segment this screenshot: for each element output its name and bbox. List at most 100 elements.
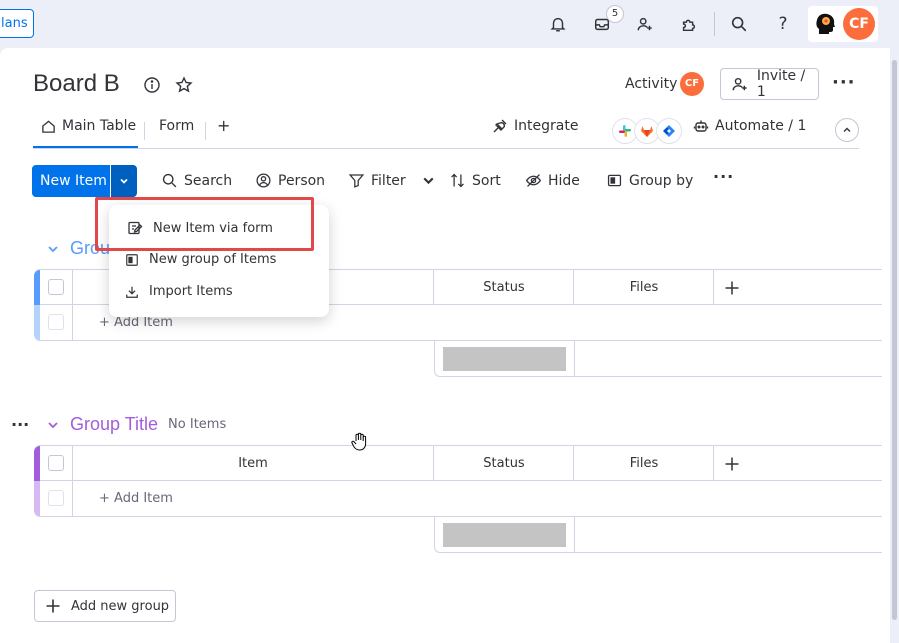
add-column-plus-icon[interactable] — [724, 280, 740, 296]
bell-icon[interactable] — [546, 12, 570, 36]
download-icon — [126, 286, 138, 298]
group-color-bar — [34, 481, 40, 516]
scrollbar-thumb[interactable] — [892, 60, 897, 620]
collapse-header-button[interactable] — [835, 118, 859, 142]
favorite-star-icon[interactable] — [175, 76, 193, 94]
hand-cursor-icon — [351, 432, 367, 451]
vertical-scrollbar[interactable] — [890, 48, 899, 643]
summary-row — [434, 341, 882, 377]
column-divider — [72, 305, 73, 340]
activity-avatar[interactable]: CF — [680, 72, 704, 96]
group-item-count: No Items — [168, 417, 227, 432]
add-column-plus-icon[interactable] — [724, 456, 740, 472]
row-checkbox — [48, 490, 64, 506]
search-icon — [162, 173, 177, 188]
user-avatar[interactable]: CF — [843, 8, 875, 40]
column-files-header[interactable]: Files — [574, 456, 714, 471]
group-icon — [126, 253, 138, 266]
board-panel: Board B Activity CF Invite / 1 ··· Main … — [0, 48, 890, 643]
new-item-button[interactable]: New Item — [32, 165, 110, 197]
group-header: Group Title No Items — [46, 414, 226, 435]
sort-button[interactable]: Sort — [449, 172, 501, 189]
group-color-bar — [34, 446, 40, 481]
menu-item-import-items[interactable]: Import Items — [125, 284, 233, 299]
automate-label: Automate / 1 — [715, 118, 807, 134]
group-color-bar — [34, 270, 40, 305]
help-icon[interactable]: ? — [771, 12, 795, 36]
automate-button[interactable]: Automate / 1 — [693, 118, 806, 134]
sort-icon — [451, 173, 464, 188]
chevron-up-icon — [843, 127, 851, 132]
sort-label: Sort — [472, 172, 501, 189]
menu-item-label: New group of Items — [149, 252, 277, 267]
column-divider — [713, 270, 714, 305]
column-item-header[interactable]: Item — [73, 456, 433, 471]
column-divider — [574, 517, 575, 553]
board-toolbar: New Item Search Person Filter Sort Hide … — [32, 165, 862, 197]
search-icon[interactable] — [727, 12, 751, 36]
column-status-header[interactable]: Status — [434, 280, 574, 295]
view-tabs: Main Table Form + Integrate Automate / 1 — [33, 112, 859, 149]
integrate-button[interactable]: Integrate — [492, 118, 578, 134]
invite-members-icon[interactable] — [633, 12, 657, 36]
new-item-dropdown-button[interactable] — [111, 165, 137, 197]
info-icon[interactable] — [143, 76, 161, 94]
highlight-box — [95, 197, 314, 251]
filter-icon — [348, 174, 365, 188]
invite-person-icon — [732, 77, 747, 91]
group-by-icon — [607, 174, 622, 187]
person-filter-button[interactable]: Person — [255, 172, 325, 189]
select-all-checkbox[interactable] — [48, 279, 64, 295]
board-title[interactable]: Board B — [33, 70, 120, 98]
column-divider — [72, 481, 73, 516]
chevron-down-icon — [120, 178, 128, 184]
hide-button[interactable]: Hide — [525, 172, 580, 189]
group-by-button[interactable]: Group by — [606, 172, 693, 189]
see-plans-button[interactable]: lans — [0, 9, 34, 38]
toolbar-more-icon[interactable]: ··· — [713, 167, 734, 186]
add-new-group-button[interactable]: Add new group — [34, 590, 176, 622]
tab-form[interactable]: Form — [159, 118, 194, 134]
select-all-checkbox[interactable] — [48, 455, 64, 471]
status-summary-bar — [443, 347, 566, 371]
tab-main-table[interactable]: Main Table — [41, 118, 136, 134]
group-options-icon[interactable]: ··· — [11, 415, 29, 434]
integration-logos[interactable] — [612, 118, 682, 144]
invite-button[interactable]: Invite / 1 — [720, 68, 819, 100]
activity-label[interactable]: Activity — [625, 76, 677, 92]
board-more-icon[interactable]: ··· — [832, 72, 856, 93]
group-collapse-chevron-icon[interactable] — [46, 242, 60, 256]
filter-button[interactable]: Filter — [348, 172, 437, 189]
summary-row — [434, 517, 882, 553]
group-collapse-chevron-icon[interactable] — [46, 418, 60, 432]
invite-label: Invite / 1 — [756, 68, 806, 100]
row-checkbox — [48, 314, 64, 330]
person-label: Person — [278, 172, 326, 189]
add-item-input[interactable]: + Add Item — [99, 491, 173, 506]
add-view-button[interactable]: + — [217, 116, 230, 135]
menu-item-new-group[interactable]: New group of Items — [125, 252, 276, 267]
group-title[interactable]: Group Title — [70, 414, 158, 435]
add-new-group-label: Add new group — [71, 598, 170, 614]
filter-label: Filter — [371, 172, 406, 189]
apps-puzzle-icon[interactable] — [677, 12, 701, 36]
plug-icon — [493, 119, 507, 133]
robot-icon — [693, 120, 709, 132]
add-item-row: + Add Item — [34, 481, 882, 517]
column-divider — [713, 446, 714, 481]
group-color-bar — [34, 305, 40, 340]
person-icon — [256, 173, 271, 188]
hide-label: Hide — [548, 172, 580, 189]
column-divider — [574, 341, 575, 377]
ai-head-icon — [816, 13, 835, 34]
column-files-header[interactable]: Files — [574, 280, 714, 295]
plus-icon — [46, 599, 60, 613]
integrate-label: Integrate — [514, 118, 579, 134]
jira-icon — [656, 118, 682, 144]
search-button[interactable]: Search — [161, 172, 232, 189]
group-by-label: Group by — [629, 172, 694, 189]
column-divider — [72, 270, 73, 305]
column-status-header[interactable]: Status — [434, 456, 574, 471]
chevron-down-icon[interactable] — [420, 172, 437, 189]
add-item-input[interactable]: + Add Item — [99, 315, 173, 330]
